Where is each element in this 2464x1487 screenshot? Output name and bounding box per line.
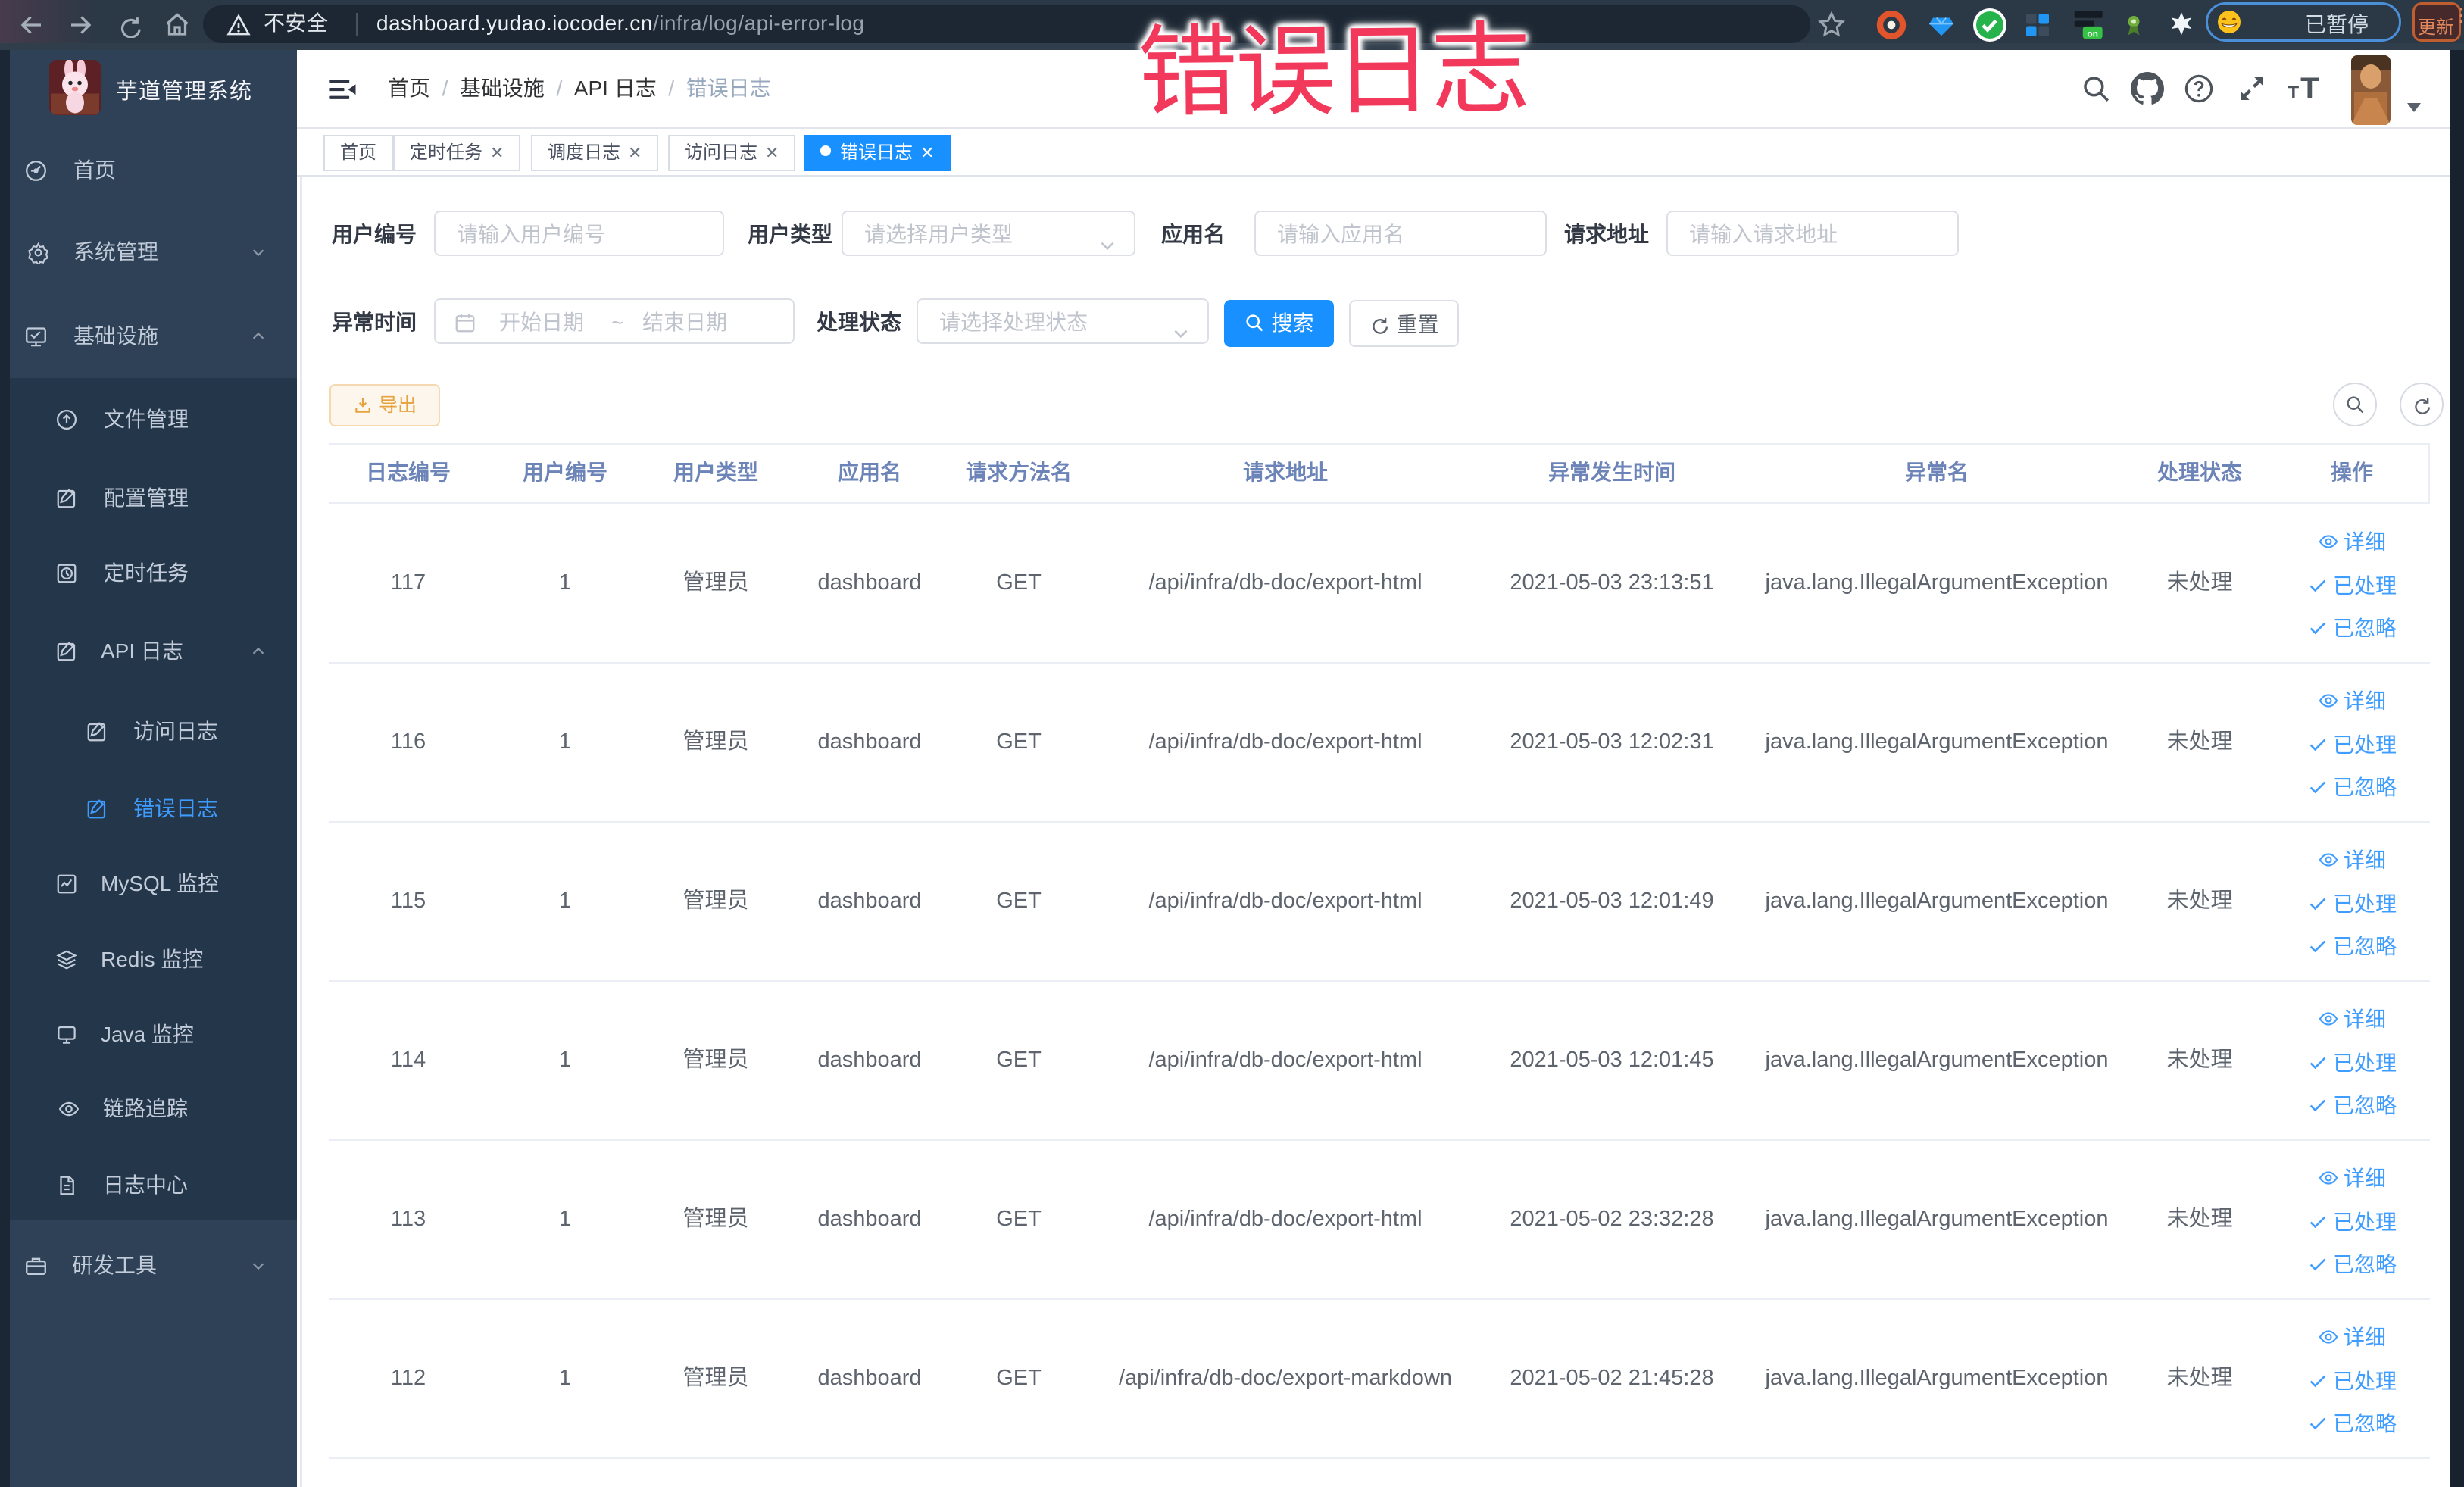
- svg-text:on: on: [2087, 29, 2098, 39]
